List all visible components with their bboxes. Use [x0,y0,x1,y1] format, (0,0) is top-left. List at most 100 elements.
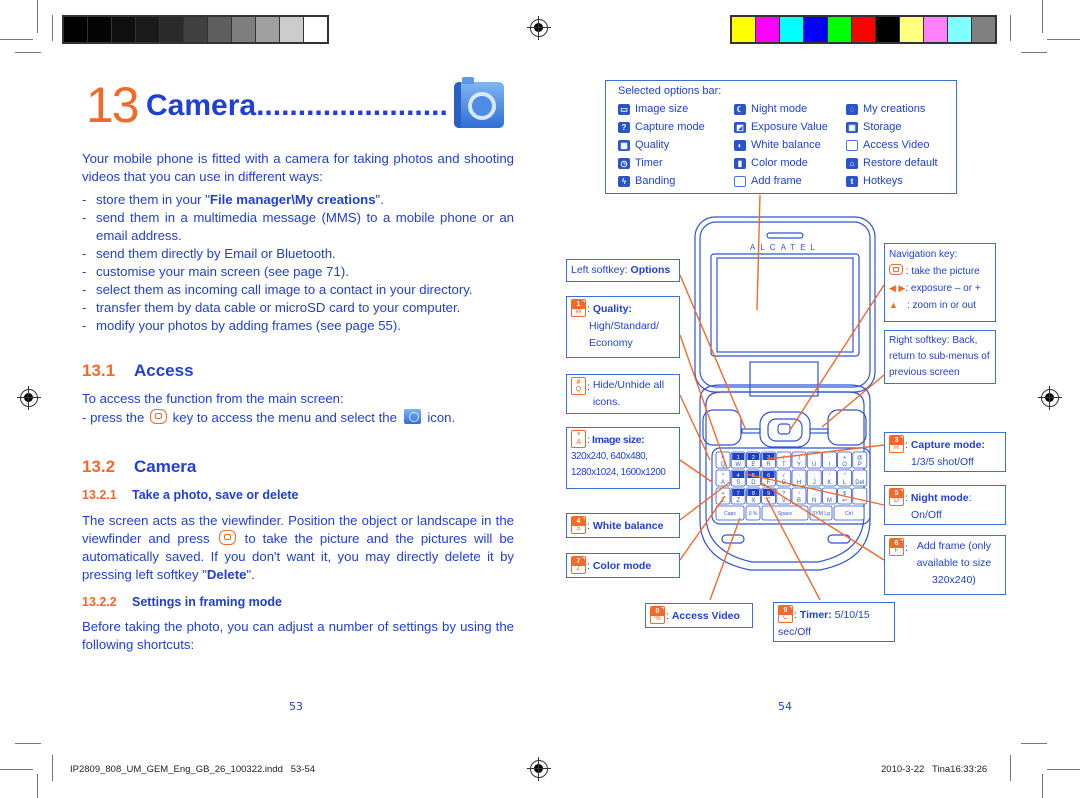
svg-text:+: + [843,455,846,461]
keyboard-key: ?V [776,487,792,505]
keyboard-key: M [822,487,837,505]
keyboard-key: ;J [806,469,822,487]
svg-text:O: O [842,462,847,468]
key-9-c-icon: 9C [778,605,793,623]
key-6-f-icon: 6F [889,538,904,556]
svg-text:A: A [721,480,725,486]
phone-screen [716,257,854,353]
phone-screen-frame [710,253,860,357]
keyboard-key: "L [837,469,852,487]
svg-text:4: 4 [737,473,740,479]
key-0-percent-icon: 0% [650,606,665,624]
right-softkey [827,409,867,446]
keyboard-key: 8X [746,487,761,505]
svg-text:-: - [828,455,830,461]
svg-text:E: E [751,462,755,468]
svg-text:Caps: Caps [724,511,736,517]
key-hash-q-icon: # Q [571,377,586,395]
svg-text:7: 7 [737,491,740,497]
keyboard-key: 7Z [730,487,746,505]
svg-text:Ctrl: Ctrl [845,511,853,517]
callout-hide-icons: # Q: Hide/Unhide all icons. [566,374,680,414]
keyboard-key: +O [837,451,852,469]
svg-text:2: 2 [752,455,755,461]
svg-text:Space: Space [778,511,792,517]
phone-speaker [766,232,804,239]
svg-text:": " [844,473,846,479]
key-4-s-icon: 4S [571,516,586,534]
ok-key-icon [889,264,903,275]
key-star-a-icon: * A [571,430,586,448]
up-down-arrow-icon: ▲ [889,300,898,310]
phone-illustration: ALCATEL #Q1W2E3R(T)Y U-I+O@P*A4S5D6F/G:H;… [679,194,885,601]
key-7-z-icon: 7Z [571,556,586,574]
phone-hinge [749,361,819,397]
svg-text:N: N [812,498,816,504]
keyboard-key [852,487,868,505]
keyboard-key: 4S [730,469,746,487]
svg-text:@: @ [857,455,863,461]
footer-timestamp: 2010-3-22 Tina16:33:26 [881,764,988,775]
svg-text:(: ( [783,455,785,461]
callout-quality: 1W: Quality: High/Standard/ Economy [566,296,680,358]
callout-add-frame: 6 F: Add frame (only available to size 320… [884,535,1006,595]
callout-right-softkey: Right softkey: Back, return to sub-menus… [884,330,996,384]
svg-text:M: M [827,498,832,504]
svg-text:Z: Z [736,498,740,504]
svg-text:K: K [827,480,831,486]
svg-text:X: X [751,498,755,504]
callout-navigation-key: Navigation key: : take the picture ◀ ▶: … [884,243,996,322]
keyboard-key: !B [791,487,807,505]
svg-text:V: V [782,498,786,504]
svg-text:0 %: 0 % [749,511,758,517]
svg-text:R: R [766,462,771,468]
keyboard-key: Ctrl [833,505,865,521]
keyboard-key: 3R [761,451,776,469]
keyboard-key: Caps [715,505,745,521]
svg-text:P: P [858,462,862,468]
svg-text:T: T [782,462,786,468]
svg-text:Del: Del [855,480,864,486]
keyboard-key: :H [791,469,807,487]
callout-capture-mode: 3R: Capture mode: 1/3/5 shot/Off [884,432,1006,472]
key-5-d-icon: 5D [889,488,904,506]
callout-access-video: 0%: Access Video [645,603,753,628]
callout-night-mode: 5D: Night mode: On/Off [884,485,1006,525]
callout-color-mode: 7Z: Color mode [566,553,680,578]
svg-text:1: 1 [737,455,740,461]
svg-text:8: 8 [752,491,755,497]
keyboard-key: #Q [715,451,731,469]
svg-text:D: D [751,480,756,486]
keyboard-key: SYM Lg [809,505,833,521]
phone-brand: ALCATEL [750,243,820,252]
keyboard-key: 'K [822,469,837,487]
callout-white-balance: 4S: White balance [566,513,680,538]
svg-text:B: B [797,498,801,504]
keyboard-key: 0 % [745,505,761,521]
svg-text:↩: ↩ [842,498,847,504]
left-right-arrow-icon: ◀ ▶ [889,283,906,293]
svg-text:J: J [813,480,816,486]
key-1-w-icon: 1W [571,299,586,317]
key-3-r-icon: 3R [889,435,904,453]
keyboard-key: 1W [730,451,746,469]
svg-text:U: U [812,462,816,468]
svg-text:9: 9 [767,491,770,497]
callout-timer: 9C: Timer: 5/10/15 sec/Off [773,602,895,642]
keyboard-key: -I [822,451,837,469]
svg-text:F: F [767,480,771,486]
svg-text:W: W [735,462,741,468]
callout-image-size: * A: Image size: 320x240, 640x480, 1280x1… [566,427,680,489]
svg-text:Y: Y [797,462,801,468]
keyboard-key: 2E [746,451,761,469]
keyboard-key: 5D [746,469,761,487]
keyboard-key: @P [852,451,868,469]
page-number-right: 54 [778,700,792,713]
keyboard-key: (T [776,451,792,469]
callout-left-softkey: Left softkey: Options [566,259,680,282]
svg-text:6: 6 [767,473,770,479]
svg-text:3: 3 [767,455,770,461]
keyboard-key: Del [852,469,868,487]
svg-text:S: S [736,480,740,486]
svg-text:': ' [829,473,830,479]
